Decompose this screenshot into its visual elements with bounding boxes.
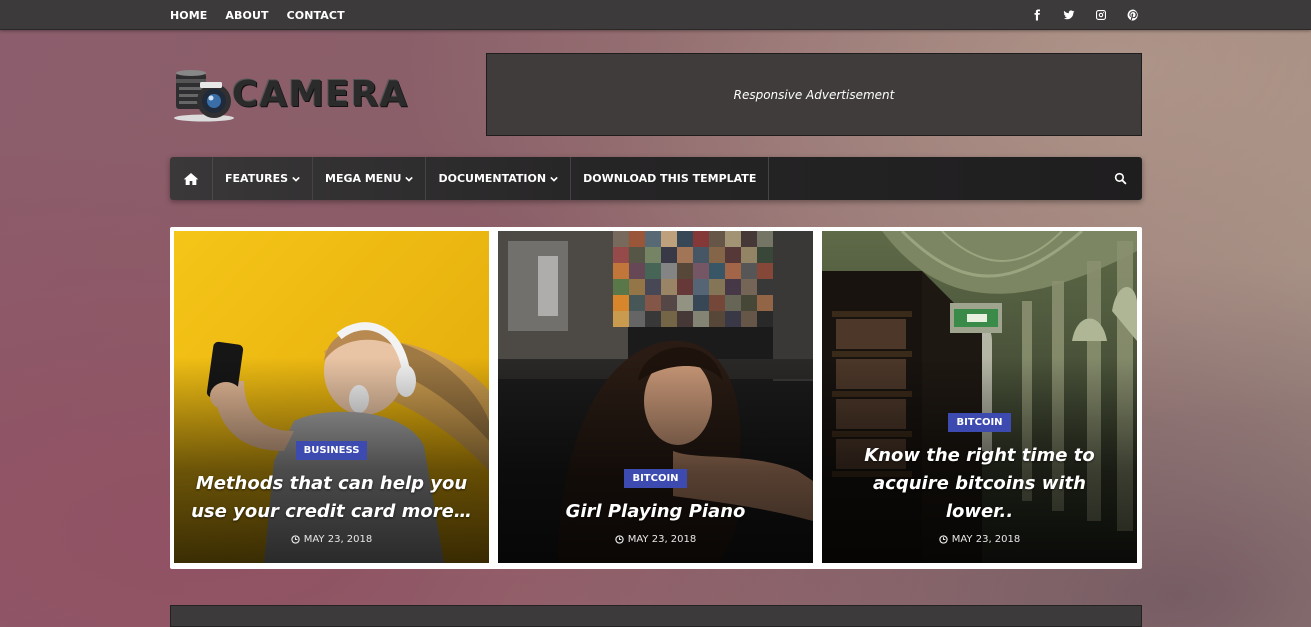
category-badge[interactable]: BITCOIN [624,469,687,488]
pinterest-icon[interactable] [1126,8,1140,22]
post-title[interactable]: Methods that can help you use your credi… [174,470,489,526]
nav-item-features[interactable]: FEATURES [213,157,314,200]
nav-item-mega-menu[interactable]: MEGA MENU [313,157,427,200]
logo-text: CAMERA [232,73,409,115]
post-date: MAY 23, 2018 [822,534,1137,545]
main-nav: FEATURES MEGA MENU DOCUMENTATION DOWNLOA… [170,157,1142,200]
post-date-text: MAY 23, 2018 [951,534,1021,545]
post-title[interactable]: Know the right time to acquire bitcoins … [822,442,1137,526]
camera-logo-icon [170,65,236,123]
post-meta: BUSINESS Methods that can help you use y… [174,438,489,545]
top-nav-contact[interactable]: CONTACT [287,9,345,22]
featured-posts: BUSINESS Methods that can help you use y… [170,227,1142,569]
clock-icon [939,535,948,544]
featured-post-card[interactable]: BITCOIN Girl Playing Piano MAY 23, 2018 [498,231,813,563]
nav-item-label: FEATURES [225,172,289,185]
home-icon [183,172,199,185]
clock-icon [615,535,624,544]
advertisement-banner[interactable]: Responsive Advertisement [486,53,1142,136]
top-nav-home[interactable]: HOME [170,9,207,22]
post-title[interactable]: Girl Playing Piano [498,498,813,526]
search-button[interactable] [1098,157,1142,200]
nav-item-label: MEGA MENU [325,172,402,185]
nav-item-label: DOCUMENTATION [438,172,547,185]
nav-item-download-template[interactable]: DOWNLOAD THIS TEMPLATE [571,157,770,200]
category-badge[interactable]: BITCOIN [948,413,1011,432]
advertisement-text: Responsive Advertisement [733,87,895,102]
facebook-icon[interactable] [1030,8,1044,22]
top-nav-about[interactable]: ABOUT [225,9,268,22]
post-date-text: MAY 23, 2018 [303,534,373,545]
instagram-icon[interactable] [1094,8,1108,22]
clock-icon [291,535,300,544]
chevron-down-icon [292,176,300,182]
chevron-down-icon [550,176,558,182]
content-section-header [170,605,1142,627]
nav-item-label: DOWNLOAD THIS TEMPLATE [583,172,757,185]
post-date: MAY 23, 2018 [498,534,813,545]
site-logo[interactable]: CAMERA [170,64,407,124]
post-meta: BITCOIN Know the right time to acquire b… [822,410,1137,545]
nav-item-documentation[interactable]: DOCUMENTATION [426,157,572,200]
featured-post-card[interactable]: BUSINESS Methods that can help you use y… [174,231,489,563]
top-bar: HOME ABOUT CONTACT [0,0,1311,30]
category-badge[interactable]: BUSINESS [295,441,368,460]
chevron-down-icon [405,176,414,182]
search-icon [1114,172,1126,185]
post-date-text: MAY 23, 2018 [627,534,697,545]
post-meta: BITCOIN Girl Playing Piano MAY 23, 2018 [498,466,813,545]
post-date: MAY 23, 2018 [174,534,489,545]
twitter-icon[interactable] [1062,8,1076,22]
social-links [1030,0,1140,30]
top-nav: HOME ABOUT CONTACT [170,0,345,30]
featured-post-card[interactable]: BITCOIN Know the right time to acquire b… [822,231,1137,563]
home-button[interactable] [170,157,213,200]
